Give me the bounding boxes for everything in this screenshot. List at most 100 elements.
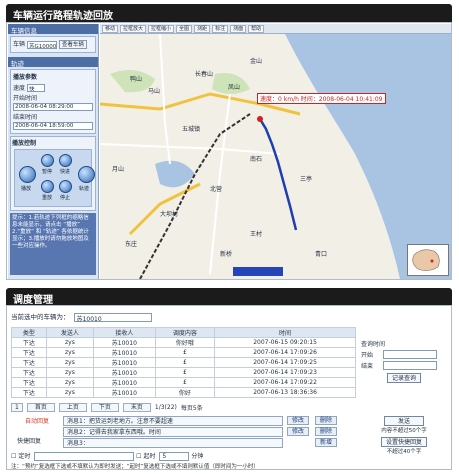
add-button[interactable]: 新增 bbox=[315, 438, 338, 447]
end-time-field[interactable]: 2008-06-04 18:59:00 bbox=[13, 122, 93, 130]
cell: 你好 bbox=[154, 387, 216, 398]
last-page-button[interactable]: 末页 bbox=[122, 403, 151, 412]
map-label: 新桥 bbox=[220, 251, 233, 258]
selected-vehicle-label: 当前选中的车辆为： bbox=[11, 313, 70, 321]
cell: 苏10010 bbox=[93, 347, 156, 358]
top-panel-header: 车辆运行路程轨迹回放 bbox=[6, 4, 452, 23]
minutes-unit: 分钟 bbox=[191, 453, 204, 460]
table-row[interactable]: 下达 zys 苏10010 £ 2007-06-14 17:09:23 bbox=[11, 367, 356, 378]
first-page-button[interactable]: 首页 bbox=[26, 403, 55, 412]
cell: 苏10010 bbox=[93, 387, 156, 398]
start-time-checkbox[interactable]: ☐ bbox=[136, 453, 141, 460]
map-label: 五城镇 bbox=[182, 126, 201, 133]
track-header: 轨迹 bbox=[8, 56, 98, 68]
table-row[interactable]: 下达 zys 苏10010 £ 2007-06-14 17:09:22 bbox=[11, 377, 356, 388]
selected-vehicle-field[interactable]: 苏10010 bbox=[73, 312, 152, 323]
vehicle-marker[interactable] bbox=[257, 116, 263, 122]
delete-button-1[interactable]: 删除 bbox=[315, 416, 338, 425]
vehicle-section: 车辆 苏G10000 查看车辆 bbox=[10, 36, 96, 53]
vehicle-status-popup: 速度：0 km/h 时间：2008-06-04 10:41:09 bbox=[257, 93, 386, 104]
table-row[interactable]: 下达 zys 苏10010 £ 2007-06-14 17:09:26 bbox=[11, 347, 356, 358]
sea-area bbox=[285, 34, 451, 279]
col-time: 时间 bbox=[214, 327, 356, 338]
speed-select[interactable]: 快 bbox=[26, 84, 45, 92]
map-label: 东庄 bbox=[125, 241, 138, 248]
tool-help[interactable]: 帮助 bbox=[248, 25, 265, 33]
next-page-button[interactable]: 下页 bbox=[90, 403, 119, 412]
prev-page-button[interactable]: 上页 bbox=[58, 403, 87, 412]
tool-label[interactable]: 标注 bbox=[212, 25, 229, 33]
track-button[interactable] bbox=[78, 166, 95, 183]
query-title: 查询时间 bbox=[361, 341, 386, 348]
cell: 2007-06-15 09:20:15 bbox=[214, 337, 356, 348]
vehicle-label: 车辆 bbox=[13, 41, 26, 48]
track-route bbox=[258, 118, 298, 231]
map-label: 鸭山 bbox=[130, 76, 143, 83]
start-time-select[interactable]: 5 bbox=[159, 452, 190, 461]
send-panel: 发送 内容不超过50个字 设置快捷回复 不超过40个字 bbox=[359, 416, 449, 456]
tool-area[interactable]: 测面 bbox=[230, 25, 247, 33]
query-end-label: 结束 bbox=[361, 363, 374, 370]
start-time-label: 起时 bbox=[143, 453, 156, 460]
vehicle-field[interactable]: 苏G10000 bbox=[26, 40, 57, 49]
set-shortcut-button[interactable]: 设置快捷回复 bbox=[380, 437, 427, 447]
cell: 下达 bbox=[11, 337, 47, 348]
timer-label: 定时 bbox=[18, 453, 31, 460]
map-label: 南石 bbox=[250, 156, 263, 163]
overview-map-icon bbox=[412, 249, 440, 271]
delete-button-2[interactable]: 删除 bbox=[315, 427, 338, 436]
table-row[interactable]: 下达 zys 苏10010 你好 2007-06-13 18:36:36 bbox=[11, 387, 356, 398]
query-start-input[interactable] bbox=[383, 350, 437, 359]
tool-zoom-in[interactable]: 拉框放大 bbox=[120, 25, 147, 33]
cell: zys bbox=[45, 387, 95, 398]
map-label: 大坝村 bbox=[160, 211, 179, 218]
overview-map[interactable] bbox=[407, 244, 449, 276]
tool-move[interactable]: 移动 bbox=[102, 25, 119, 33]
timer-checkbox[interactable]: ☐ bbox=[11, 453, 16, 460]
street bbox=[159, 34, 171, 165]
start-time-field[interactable]: 2008-06-04 08:29:00 bbox=[13, 103, 93, 111]
cell: 2007-06-14 17:09:23 bbox=[214, 367, 356, 378]
map-label: 月山 bbox=[112, 166, 125, 173]
map-view[interactable]: 移动 拉框放大 拉框缩小 全图 测距 标注 测面 帮助 速度：0 km/h 时间… bbox=[100, 24, 451, 279]
send-button[interactable]: 发送 bbox=[384, 416, 424, 426]
table-row[interactable]: 下达 zys 苏10010 £ 2007-06-14 17:09:25 bbox=[11, 357, 356, 368]
fast-forward-label: 快进 bbox=[60, 169, 71, 175]
table-row[interactable]: 下达 zys 苏10010 你好哦 2007-06-15 09:20:15 bbox=[11, 337, 356, 348]
stop-button[interactable] bbox=[59, 180, 72, 193]
map-label: 马山 bbox=[148, 88, 161, 95]
cell: zys bbox=[45, 377, 95, 388]
timer-input[interactable] bbox=[34, 452, 135, 461]
map-label: 北营 bbox=[210, 186, 223, 193]
map-canvas[interactable] bbox=[100, 34, 451, 279]
map-scale-bar bbox=[233, 267, 283, 276]
quick-message-2[interactable]: 消息2：记得去我家拿东西哦。时间 bbox=[63, 427, 283, 437]
page-info: 1/3(22) bbox=[154, 404, 177, 411]
play-button[interactable] bbox=[19, 166, 36, 183]
quick-message-3[interactable]: 消息3： bbox=[63, 438, 283, 448]
cell: £ bbox=[154, 367, 216, 378]
tool-zoom-out[interactable]: 拉框缩小 bbox=[148, 25, 175, 33]
play-label: 播放 bbox=[21, 186, 32, 192]
replay-button[interactable] bbox=[41, 180, 54, 193]
cell: 下达 bbox=[11, 377, 47, 388]
edit-button-1[interactable]: 修改 bbox=[287, 416, 310, 425]
end-time-label: 结束时间 bbox=[13, 114, 38, 121]
page-select[interactable]: 1 bbox=[11, 403, 23, 412]
cell: zys bbox=[45, 347, 95, 358]
tool-measure[interactable]: 测距 bbox=[194, 25, 211, 33]
col-content: 调度内容 bbox=[154, 327, 216, 338]
play-control-section: 播放控制 播放 暂停 重放 快进 停止 轨迹 bbox=[10, 136, 96, 211]
track-label: 轨迹 bbox=[79, 186, 90, 192]
view-vehicle-button[interactable]: 查看车辆 bbox=[58, 40, 87, 49]
cell: £ bbox=[154, 357, 216, 368]
pause-button[interactable] bbox=[41, 154, 54, 167]
cell: zys bbox=[45, 357, 95, 368]
record-query-button[interactable]: 记录查询 bbox=[386, 373, 421, 383]
fast-forward-button[interactable] bbox=[59, 154, 72, 167]
tool-full[interactable]: 全图 bbox=[176, 25, 193, 33]
edit-button-2[interactable]: 修改 bbox=[287, 427, 310, 436]
play-control-title: 播放控制 bbox=[12, 140, 37, 147]
query-end-input[interactable] bbox=[383, 361, 437, 370]
quick-message-1[interactable]: 消息1：把货运到老地方。注意不要超速 bbox=[63, 416, 283, 426]
